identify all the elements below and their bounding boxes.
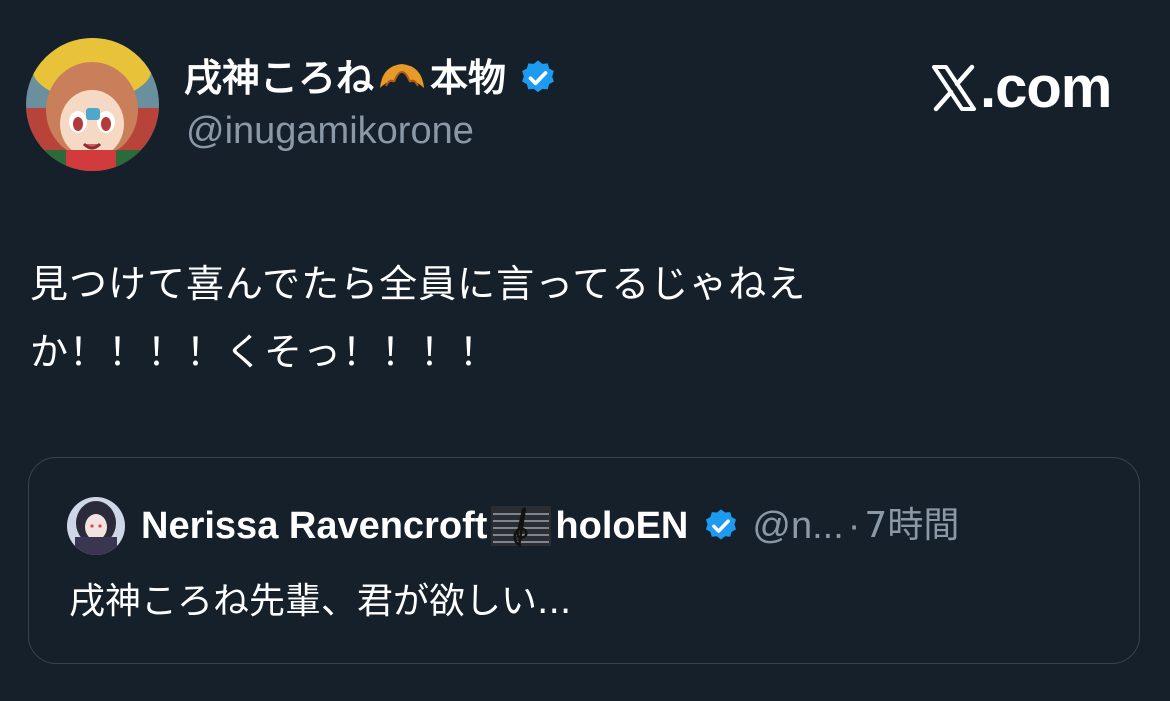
quoted-avatar-illustration: [67, 497, 125, 555]
quoted-header[interactable]: Nerissa Ravencroft holoEN @n... · 7時間: [141, 498, 959, 554]
music-staff-icon: [491, 502, 552, 550]
avatar-illustration: [26, 38, 159, 171]
tweet-text-line: か！！！！くそっ！！！！: [30, 330, 499, 374]
verified-badge-icon: [518, 58, 558, 98]
tweet-text-line: 見つけて喜んでたら全員に言ってるじゃねえ: [30, 262, 807, 306]
author-handle[interactable]: @inugamikorone: [186, 106, 474, 156]
author-name-row[interactable]: 戌神ころね 本物: [184, 50, 558, 106]
brand-domain-text: .com: [980, 55, 1112, 120]
brand-logo: .com: [930, 55, 1112, 120]
author-display-name-suffix[interactable]: 本物: [430, 50, 506, 106]
quoted-tweet-text: 戌神ころね先輩、君が欲しい...: [69, 581, 572, 622]
quoted-author-avatar[interactable]: [67, 497, 125, 555]
quoted-display-name[interactable]: Nerissa Ravencroft: [141, 498, 487, 554]
quoted-display-name-suffix[interactable]: holoEN: [555, 498, 688, 554]
tweet-body: 見つけて喜んでたら全員に言ってるじゃねえ か！！！！くそっ！！！！: [30, 250, 1130, 386]
tweet-card: 戌神ころね 本物 @inugamikorone .com 見つけて喜んでたら全員…: [0, 0, 1170, 701]
quoted-handle[interactable]: @n...: [752, 498, 843, 554]
author-display-name[interactable]: 戌神ころね: [184, 50, 374, 106]
quoted-separator: ·: [847, 504, 861, 547]
quoted-timestamp[interactable]: 7時間: [864, 498, 959, 554]
x-logo-icon: [930, 63, 978, 113]
author-avatar[interactable]: [26, 38, 159, 171]
verified-badge-icon: [702, 507, 740, 545]
croissant-icon: [376, 58, 428, 98]
quoted-tweet-card[interactable]: Nerissa Ravencroft holoEN @n... · 7時間 戌神…: [28, 457, 1140, 664]
